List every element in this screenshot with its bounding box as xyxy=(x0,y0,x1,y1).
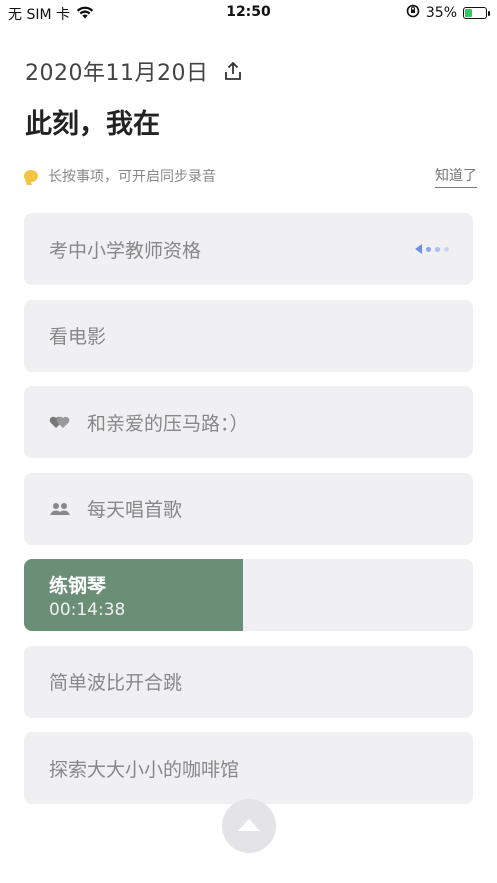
item-label: 简单波比开合跳 xyxy=(49,672,183,694)
active-item[interactable]: 练钢琴 00:14:38 xyxy=(24,559,473,631)
status-right: 35% xyxy=(406,4,490,22)
item-label: 和亲爱的压马路：） xyxy=(87,412,249,435)
active-timer: 00:14:38 xyxy=(49,599,126,620)
active-content: 练钢琴 00:14:38 xyxy=(49,571,125,620)
list-item[interactable]: 每天唱首歌 xyxy=(24,472,473,545)
item-label: 看电影 xyxy=(49,326,107,348)
list-item[interactable]: 探索大大小小的咖啡馆 xyxy=(24,732,473,804)
item-label: 每天唱首歌 xyxy=(87,499,183,521)
tip-text: 长按事项，可开启同步录音 xyxy=(48,169,216,185)
list-item[interactable]: 简单波比开合跳 xyxy=(24,645,473,718)
tip-banner: 长按事项，可开启同步录音 知道了 xyxy=(24,165,477,188)
activity-list: 考中小学教师资格 看电影 和亲爱的压马路：） 每天唱首歌 练钢琴 00:14:3… xyxy=(24,213,473,819)
list-item[interactable]: 和亲爱的压马路：） xyxy=(24,386,473,458)
orientation-lock-icon xyxy=(406,4,420,22)
status-bar: 无 SIM 卡 12:50 35% xyxy=(0,0,497,26)
date-label: 2020年11月20日 xyxy=(25,61,209,86)
item-label: 探索大大小小的咖啡馆 xyxy=(49,758,240,781)
dismiss-tip-button[interactable]: 知道了 xyxy=(435,165,477,188)
chat-bubble-icon xyxy=(24,170,38,182)
hearts-icon xyxy=(49,413,73,431)
dots-icon xyxy=(415,244,449,254)
scroll-up-button[interactable] xyxy=(222,799,276,853)
list-item[interactable]: 看电影 xyxy=(24,299,473,372)
item-label: 考中小学教师资格 xyxy=(49,239,202,262)
list-item[interactable]: 考中小学教师资格 xyxy=(24,213,473,285)
share-icon[interactable] xyxy=(222,60,244,82)
active-item-label: 练钢琴 xyxy=(49,574,107,597)
battery-percent: 35% xyxy=(425,5,457,21)
date-row: 2020年11月20日 xyxy=(25,55,244,87)
battery-icon xyxy=(463,7,490,19)
arrow-up-icon xyxy=(238,818,260,831)
group-icon xyxy=(49,500,73,518)
page-title: 此刻，我在 xyxy=(25,109,160,140)
battery-level xyxy=(465,9,472,17)
